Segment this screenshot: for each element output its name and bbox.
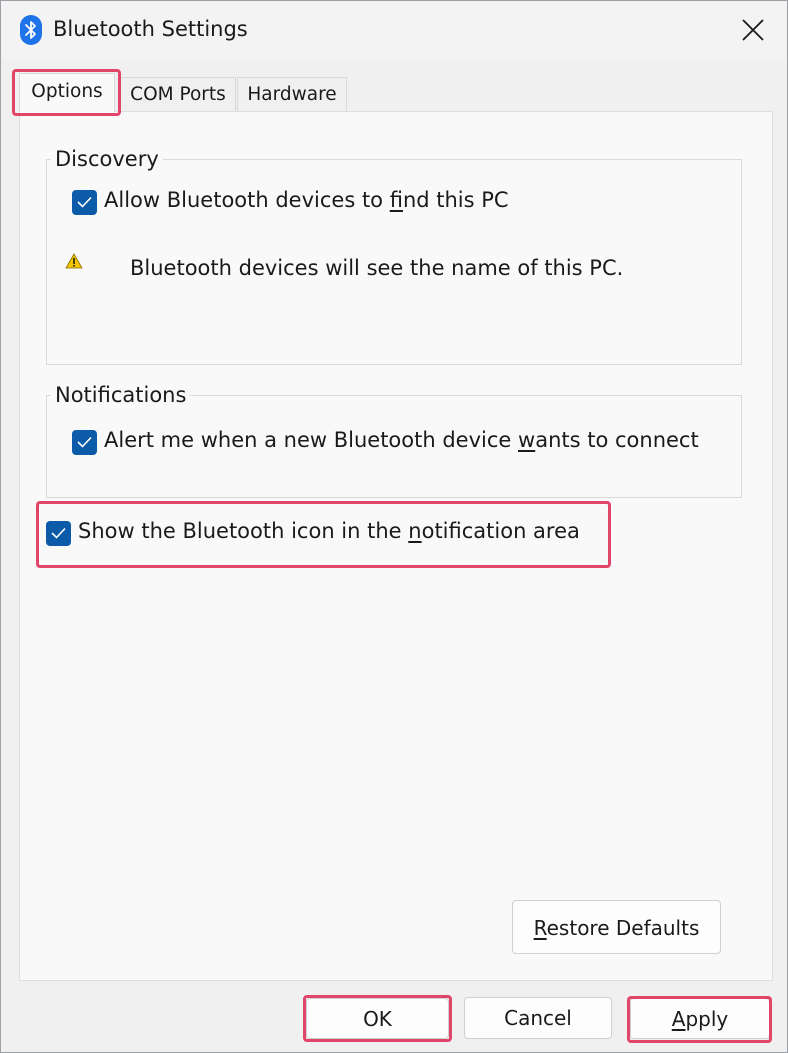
ok-button[interactable]: OK	[306, 998, 449, 1039]
alert-new-device-label[interactable]: Alert me when a new Bluetooth device wan…	[104, 428, 699, 452]
tab-hardware[interactable]: Hardware	[237, 77, 347, 111]
show-icon-label[interactable]: Show the Bluetooth icon in the notificat…	[78, 519, 580, 543]
allow-find-checkbox[interactable]	[72, 190, 97, 215]
notifications-legend: Notifications	[51, 383, 191, 407]
close-icon	[742, 19, 764, 41]
window-title: Bluetooth Settings	[53, 17, 248, 41]
close-button[interactable]	[731, 9, 775, 51]
check-icon	[77, 196, 92, 208]
check-icon	[51, 527, 66, 539]
allow-find-label[interactable]: Allow Bluetooth devices to find this PC	[104, 188, 509, 212]
bluetooth-settings-dialog: Bluetooth Settings Options COM Ports Har…	[0, 0, 788, 1053]
apply-button[interactable]: Apply	[630, 998, 770, 1039]
alert-new-device-checkbox[interactable]	[72, 430, 97, 455]
check-icon	[77, 436, 92, 448]
cancel-button[interactable]: Cancel	[464, 997, 612, 1039]
tab-com-ports[interactable]: COM Ports	[120, 77, 236, 111]
restore-defaults-button[interactable]: Restore Defaults	[512, 900, 721, 954]
title-bar: Bluetooth Settings	[1, 1, 787, 59]
warning-text: Bluetooth devices will see the name of t…	[130, 256, 624, 280]
tab-options[interactable]: Options	[19, 73, 115, 112]
bluetooth-icon	[20, 15, 42, 45]
discovery-legend: Discovery	[51, 147, 163, 171]
show-icon-checkbox[interactable]	[46, 521, 71, 546]
warning-icon	[65, 253, 83, 273]
